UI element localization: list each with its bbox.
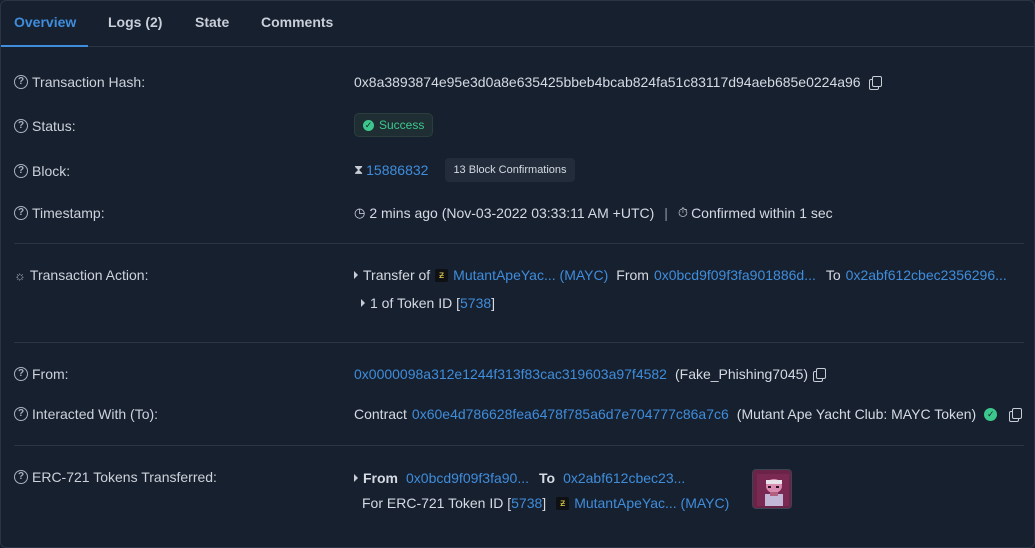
from-word: From bbox=[363, 470, 398, 486]
close-bracket: ] bbox=[491, 295, 496, 311]
erc721-label-row: ? ERC-721 Tokens Transferred: bbox=[14, 469, 217, 485]
divider bbox=[14, 243, 1024, 244]
contract-prefix: Contract bbox=[354, 406, 407, 422]
timestamp-value-row: ◷ 2 mins ago (Nov-03-2022 03:33:11 AM +U… bbox=[354, 205, 833, 221]
to-word: To bbox=[539, 470, 556, 486]
clock-icon: ◷ bbox=[354, 205, 366, 220]
tx-hash-label-row: ? Transaction Hash: bbox=[14, 74, 145, 90]
divider bbox=[14, 342, 1024, 343]
stopwatch-icon: ⏱ bbox=[677, 205, 689, 220]
action-label-row: ☼ Transaction Action: bbox=[14, 267, 148, 283]
block-label: Block: bbox=[32, 163, 71, 179]
from-word: From bbox=[616, 267, 649, 283]
nft-thumbnail-image[interactable] bbox=[752, 469, 792, 509]
mayc-token-icon: ƶ bbox=[435, 268, 449, 282]
token-id-link[interactable]: 5738 bbox=[511, 495, 542, 511]
for-token-text: For ERC-721 Token ID [ bbox=[362, 495, 512, 511]
help-icon[interactable]: ? bbox=[14, 367, 28, 381]
block-label-row: ? Block: bbox=[14, 163, 70, 179]
help-icon[interactable]: ? bbox=[14, 407, 28, 421]
token-link[interactable]: MutantApeYac... (MAYC) bbox=[453, 267, 608, 283]
caret-right-icon bbox=[354, 474, 358, 482]
action-label: Transaction Action: bbox=[29, 267, 149, 283]
from-address-link[interactable]: 0x0bcd9f09f3fa90... bbox=[406, 470, 529, 486]
caret-right-icon bbox=[361, 299, 365, 307]
status-text: Success bbox=[379, 118, 425, 132]
block-confirmations-badge: 13 Block Confirmations bbox=[445, 158, 575, 182]
token-qty-text: 1 of Token ID [ bbox=[370, 295, 461, 311]
contract-address-link[interactable]: 0x60e4d786628fea6478f785a6d7e704777c86a7… bbox=[412, 406, 729, 422]
tab-logs[interactable]: Logs (2) bbox=[108, 14, 162, 30]
copy-icon[interactable] bbox=[813, 368, 827, 382]
status-value-row: ✓ Success bbox=[354, 113, 434, 137]
erc721-label: ERC-721 Tokens Transferred: bbox=[32, 469, 217, 485]
status-badge: ✓ Success bbox=[354, 113, 434, 137]
from-value-row: 0x0000098a312e1244f313f83cac319603a97f45… bbox=[354, 366, 827, 382]
from-address-link[interactable]: 0x0bcd9f09f3fa901886d... bbox=[654, 267, 816, 283]
mayc-token-icon: ƶ bbox=[556, 496, 570, 510]
copy-icon[interactable] bbox=[1009, 408, 1023, 422]
tab-state[interactable]: State bbox=[195, 14, 229, 30]
transfer-of-text: Transfer of bbox=[363, 267, 431, 283]
token-id-link[interactable]: 5738 bbox=[460, 295, 491, 311]
lightbulb-icon[interactable]: ☼ bbox=[14, 268, 26, 283]
verified-check-icon: ✓ bbox=[984, 407, 998, 421]
help-icon[interactable]: ? bbox=[14, 75, 28, 89]
transaction-details-card: Overview Logs (2) State Comments ? Trans… bbox=[0, 0, 1035, 548]
active-tab-indicator bbox=[1, 45, 88, 47]
interacted-label-row: ? Interacted With (To): bbox=[14, 406, 158, 422]
erc721-transfer-row: From 0x0bcd9f09f3fa90... To 0x2abf612cbe… bbox=[354, 470, 685, 486]
from-label: From: bbox=[32, 366, 69, 382]
block-number-link[interactable]: 15886832 bbox=[366, 162, 428, 178]
tx-hash-value: 0x8a3893874e95e3d0a8e635425bbeb4bcab824f… bbox=[354, 74, 861, 90]
timestamp-value: 2 mins ago (Nov-03-2022 03:33:11 AM +UTC… bbox=[369, 205, 655, 221]
to-address-link[interactable]: 0x2abf612cbec23... bbox=[563, 470, 685, 486]
help-icon[interactable]: ? bbox=[14, 164, 28, 178]
separator: | bbox=[664, 205, 668, 221]
divider bbox=[14, 445, 1024, 446]
interacted-label: Interacted With (To): bbox=[32, 406, 159, 422]
hourglass-icon: ⧗ bbox=[354, 162, 364, 177]
help-icon[interactable]: ? bbox=[14, 206, 28, 220]
block-value-row: ⧗ 15886832 13 Block Confirmations bbox=[354, 158, 575, 182]
tab-comments[interactable]: Comments bbox=[261, 14, 333, 30]
check-circle-icon: ✓ bbox=[363, 119, 374, 131]
help-icon[interactable]: ? bbox=[14, 119, 28, 133]
token-link[interactable]: MutantApeYac... (MAYC) bbox=[574, 495, 729, 511]
tx-hash-value-row: 0x8a3893874e95e3d0a8e635425bbeb4bcab824f… bbox=[354, 74, 882, 90]
tab-bar: Overview Logs (2) State Comments bbox=[1, 1, 1035, 47]
action-detail-row: 1 of Token ID [ 5738 ] bbox=[361, 295, 495, 311]
caret-right-icon bbox=[354, 271, 358, 279]
status-label: Status: bbox=[32, 118, 76, 134]
status-label-row: ? Status: bbox=[14, 118, 76, 134]
timestamp-label: Timestamp: bbox=[32, 205, 105, 221]
to-address-link[interactable]: 0x2abf612cbec2356296... bbox=[846, 267, 1007, 283]
contract-name-tag: (Mutant Ape Yacht Club: MAYC Token) bbox=[736, 406, 977, 422]
to-word: To bbox=[825, 267, 841, 283]
timestamp-label-row: ? Timestamp: bbox=[14, 205, 105, 221]
tx-hash-label: Transaction Hash: bbox=[32, 74, 146, 90]
close-bracket: ] bbox=[542, 495, 547, 511]
from-name-tag: (Fake_Phishing7045) bbox=[674, 366, 809, 382]
action-value-row: Transfer of ƶ MutantApeYac... (MAYC) Fro… bbox=[354, 267, 1007, 283]
from-label-row: ? From: bbox=[14, 366, 69, 382]
interacted-value-row: Contract 0x60e4d786628fea6478f785a6d7e70… bbox=[354, 406, 1023, 422]
from-address-link[interactable]: 0x0000098a312e1244f313f83cac319603a97f45… bbox=[354, 366, 667, 382]
erc721-token-row: For ERC-721 Token ID [ 5738 ] ƶ MutantAp… bbox=[362, 495, 729, 511]
copy-icon[interactable] bbox=[868, 76, 882, 90]
tab-overview[interactable]: Overview bbox=[14, 14, 76, 30]
help-icon[interactable]: ? bbox=[14, 470, 28, 484]
confirmed-within: Confirmed within 1 sec bbox=[691, 205, 833, 221]
